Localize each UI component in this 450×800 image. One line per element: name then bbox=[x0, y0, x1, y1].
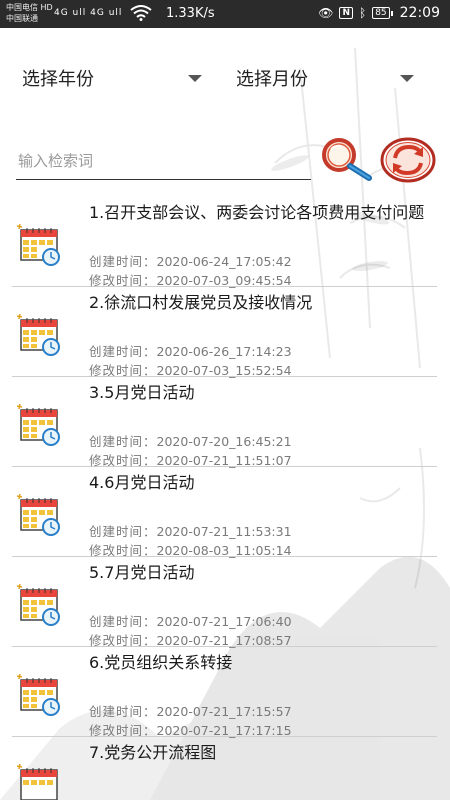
created-label: 创建时间： bbox=[89, 434, 157, 449]
carrier-2: 中国联通 bbox=[6, 14, 38, 23]
list-item[interactable]: 4.6月党日活动 创建时间：2020-07-21_11:53:31 修改时间：2… bbox=[12, 467, 437, 558]
modified-value: 2020-08-03_11:05:14 bbox=[156, 543, 292, 558]
refresh-button[interactable] bbox=[379, 137, 437, 183]
month-selector-label: 选择月份 bbox=[236, 69, 308, 90]
created-label: 创建时间： bbox=[89, 614, 157, 629]
search-input[interactable] bbox=[16, 142, 311, 180]
modified-label: 修改时间： bbox=[89, 723, 157, 738]
created-value: 2020-07-21_11:53:31 bbox=[156, 524, 292, 539]
calendar-icon bbox=[16, 673, 60, 716]
status-bar: 中国电信 HD 中国联通 4G ull 4G ull 1.33K/s 👁 N ᛒ… bbox=[0, 0, 450, 28]
created-label: 创建时间： bbox=[89, 344, 157, 359]
chevron-down-icon bbox=[188, 75, 202, 82]
modified-value: 2020-07-21_17:08:57 bbox=[156, 633, 292, 648]
wifi-icon bbox=[130, 5, 152, 21]
list-item[interactable]: 6.党员组织关系转接 创建时间：2020-07-21_17:15:57 修改时间… bbox=[12, 647, 437, 738]
list-item[interactable]: 7.党务公开流程图 bbox=[12, 737, 437, 800]
modified-label: 修改时间： bbox=[89, 273, 157, 288]
carrier-1: 中国电信 HD bbox=[6, 3, 53, 12]
calendar-icon bbox=[16, 583, 60, 626]
month-selector[interactable]: 选择月份 bbox=[236, 58, 426, 98]
list-item[interactable]: 1.召开支部会议、两委会讨论各项费用支付问题 创建时间：2020-06-24_1… bbox=[12, 197, 437, 288]
created-value: 2020-06-24_17:05:42 bbox=[156, 254, 292, 269]
created-label: 创建时间： bbox=[89, 524, 157, 539]
modified-label: 修改时间： bbox=[89, 363, 157, 378]
created-time: 创建时间：2020-07-21_17:06:40 bbox=[89, 611, 292, 630]
created-time: 创建时间：2020-06-26_17:14:23 bbox=[89, 341, 292, 360]
created-value: 2020-07-20_16:45:21 bbox=[156, 434, 292, 449]
calendar-icon bbox=[16, 223, 60, 266]
modified-label: 修改时间： bbox=[89, 453, 157, 468]
created-value: 2020-07-21_17:15:57 bbox=[156, 704, 292, 719]
modified-value: 2020-07-03_15:52:54 bbox=[156, 363, 292, 378]
list-item[interactable]: 3.5月党日活动 创建时间：2020-07-20_16:45:21 修改时间：2… bbox=[12, 377, 437, 468]
calendar-icon bbox=[16, 493, 60, 536]
search-button[interactable] bbox=[317, 136, 375, 182]
item-title: 2.徐流口村发展党员及接收情况 bbox=[89, 293, 313, 312]
calendar-icon bbox=[16, 313, 60, 356]
carrier-info: 中国电信 HD 中国联通 bbox=[6, 2, 53, 24]
created-time: 创建时间：2020-07-21_11:53:31 bbox=[89, 521, 292, 540]
modified-label: 修改时间： bbox=[89, 633, 157, 648]
net-speed: 1.33K/s bbox=[166, 6, 215, 21]
nfc-icon: N bbox=[339, 7, 353, 19]
created-label: 创建时间： bbox=[89, 704, 157, 719]
clock: 22:09 bbox=[399, 5, 440, 21]
magnifier-icon bbox=[322, 138, 372, 181]
modified-value: 2020-07-21_11:51:07 bbox=[156, 453, 292, 468]
signal-icon: 4G ull 4G ull bbox=[54, 8, 123, 18]
item-title: 3.5月党日活动 bbox=[89, 383, 195, 402]
chevron-down-icon bbox=[400, 75, 414, 82]
created-value: 2020-06-26_17:14:23 bbox=[156, 344, 292, 359]
calendar-icon bbox=[16, 403, 60, 446]
list-item[interactable]: 5.7月党日活动 创建时间：2020-07-21_17:06:40 修改时间：2… bbox=[12, 557, 437, 648]
item-title: 7.党务公开流程图 bbox=[89, 743, 217, 762]
document-list: 1.召开支部会议、两委会讨论各项费用支付问题 创建时间：2020-06-24_1… bbox=[12, 197, 437, 800]
created-time: 创建时间：2020-06-24_17:05:42 bbox=[89, 251, 292, 270]
calendar-icon bbox=[16, 763, 58, 800]
created-value: 2020-07-21_17:06:40 bbox=[156, 614, 292, 629]
eye-icon: 👁 bbox=[318, 6, 334, 20]
item-title: 6.党员组织关系转接 bbox=[89, 653, 233, 672]
created-label: 创建时间： bbox=[89, 254, 157, 269]
created-time: 创建时间：2020-07-21_17:15:57 bbox=[89, 701, 292, 720]
year-selector-label: 选择年份 bbox=[22, 69, 94, 90]
item-title: 1.召开支部会议、两委会讨论各项费用支付问题 bbox=[89, 203, 425, 222]
list-item[interactable]: 2.徐流口村发展党员及接收情况 创建时间：2020-06-26_17:14:23… bbox=[12, 287, 437, 378]
modified-label: 修改时间： bbox=[89, 543, 157, 558]
year-selector[interactable]: 选择年份 bbox=[22, 58, 212, 98]
refresh-icon bbox=[380, 137, 436, 183]
modified-value: 2020-07-03_09:45:54 bbox=[156, 273, 292, 288]
bluetooth-icon: ᛒ bbox=[358, 6, 367, 20]
modified-value: 2020-07-21_17:17:15 bbox=[156, 723, 292, 738]
battery-icon: 85 bbox=[372, 7, 394, 19]
item-title: 5.7月党日活动 bbox=[89, 563, 195, 582]
status-right: 👁 N ᛒ 85 22:09 bbox=[318, 5, 440, 21]
item-title: 4.6月党日活动 bbox=[89, 473, 195, 492]
created-time: 创建时间：2020-07-20_16:45:21 bbox=[89, 431, 292, 450]
